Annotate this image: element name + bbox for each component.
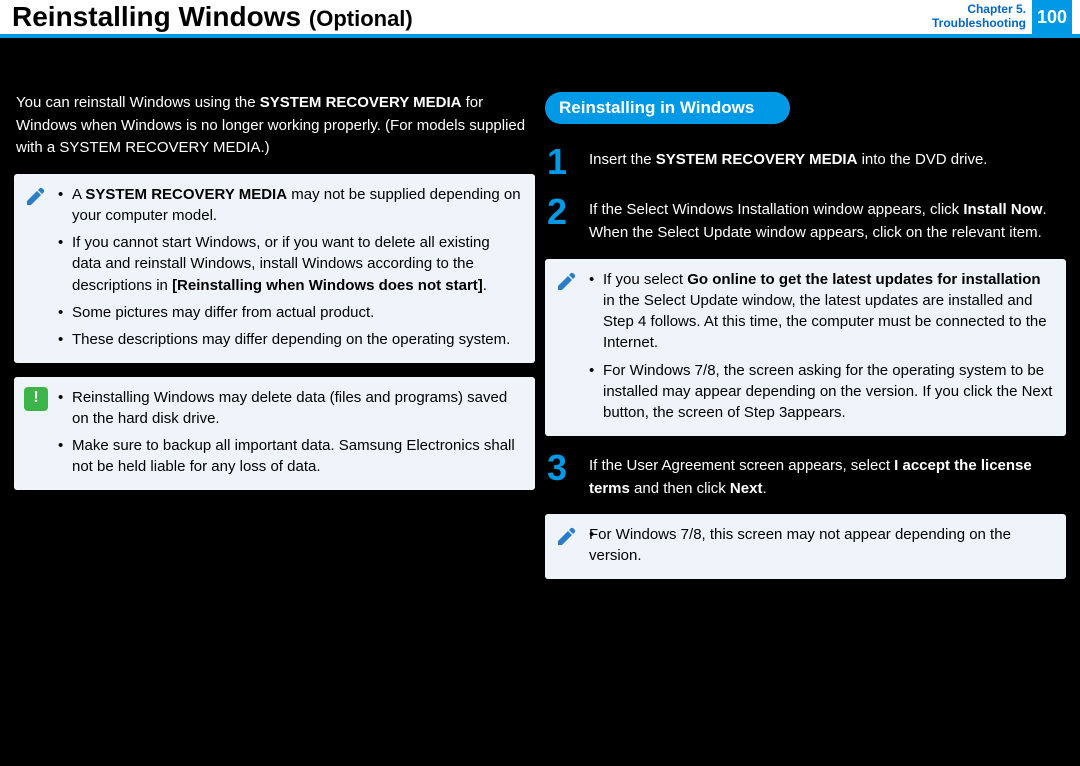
bold: SYSTEM RECOVERY MEDIA xyxy=(656,151,858,168)
bold: Next xyxy=(730,480,763,497)
pencil-icon xyxy=(24,184,48,208)
text: . xyxy=(762,480,766,497)
section-heading: Reinstalling in Windows xyxy=(545,92,790,124)
page-number: 100 xyxy=(1032,0,1072,34)
step-body: If the User Agreement screen appears, se… xyxy=(589,450,1064,501)
page-title: Reinstalling Windows (Optional) xyxy=(12,0,413,36)
pencil-icon xyxy=(555,269,579,293)
right-column: Reinstalling in Windows 1 Insert the SYS… xyxy=(545,92,1066,593)
text: and then click xyxy=(630,480,730,497)
text: into the DVD drive. xyxy=(857,151,987,168)
list-item: Reinstalling Windows may delete data (fi… xyxy=(58,387,523,430)
note-box-warning: Reinstalling Windows may delete data (fi… xyxy=(14,377,535,490)
note-box-info-3: For Windows 7/8, this screen may not app… xyxy=(545,514,1066,579)
step-number: 3 xyxy=(547,450,575,486)
text: If you select xyxy=(603,271,687,288)
text: If the Select Windows Installation windo… xyxy=(589,201,963,218)
bold: Go online to get the latest updates for … xyxy=(687,271,1040,288)
step-3: 3 If the User Agreement screen appears, … xyxy=(545,450,1066,515)
step-1: 1 Insert the SYSTEM RECOVERY MEDIA into … xyxy=(545,144,1066,194)
step-number: 1 xyxy=(547,144,575,180)
srm-label: SYSTEM RECOVERY MEDIA xyxy=(260,94,462,111)
step-2: 2 If the Select Windows Installation win… xyxy=(545,194,1066,259)
title-sub: (Optional) xyxy=(309,6,413,31)
intro-paragraph: You can reinstall Windows using the SYST… xyxy=(14,92,535,174)
content-columns: You can reinstall Windows using the SYST… xyxy=(0,42,1080,593)
list-item: For Windows 7/8, this screen may not app… xyxy=(589,524,1054,567)
warning-icon xyxy=(24,387,48,411)
header: Reinstalling Windows (Optional) Chapter … xyxy=(0,0,1080,42)
step-number: 2 xyxy=(547,194,575,230)
pencil-icon xyxy=(555,524,579,548)
step-body: If the Select Windows Installation windo… xyxy=(589,194,1064,245)
note-box-info-2: If you select Go online to get the lates… xyxy=(545,259,1066,436)
list-item: Some pictures may differ from actual pro… xyxy=(58,302,523,323)
text: in the Select Update window, the latest … xyxy=(603,292,1047,352)
text: A xyxy=(72,186,85,203)
list-item: For Windows 7/8, the screen asking for t… xyxy=(589,360,1054,424)
bold: SYSTEM RECOVERY MEDIA xyxy=(85,186,287,203)
list-item: A SYSTEM RECOVERY MEDIA may not be suppl… xyxy=(58,184,523,227)
chapter-line1: Chapter 5. xyxy=(932,2,1026,16)
chapter-line2: Troubleshooting xyxy=(932,16,1026,30)
list-item: If you select Go online to get the lates… xyxy=(589,269,1054,354)
text: If the User Agreement screen appears, se… xyxy=(589,457,894,474)
chapter-label: Chapter 5. Troubleshooting xyxy=(932,2,1026,30)
list-item: These descriptions may differ depending … xyxy=(58,329,523,350)
title-main: Reinstalling Windows xyxy=(12,1,301,32)
page: Reinstalling Windows (Optional) Chapter … xyxy=(0,0,1080,766)
list-item: Make sure to backup all important data. … xyxy=(58,435,523,478)
list-item: If you cannot start Windows, or if you w… xyxy=(58,232,523,296)
step-body: Insert the SYSTEM RECOVERY MEDIA into th… xyxy=(589,144,987,171)
bold: [Reinstalling when Windows does not star… xyxy=(172,277,483,294)
note-box-info-1: A SYSTEM RECOVERY MEDIA may not be suppl… xyxy=(14,174,535,363)
bold: Install Now xyxy=(963,201,1042,218)
text: . xyxy=(483,277,487,294)
left-column: You can reinstall Windows using the SYST… xyxy=(14,92,535,593)
text: Insert the xyxy=(589,151,656,168)
